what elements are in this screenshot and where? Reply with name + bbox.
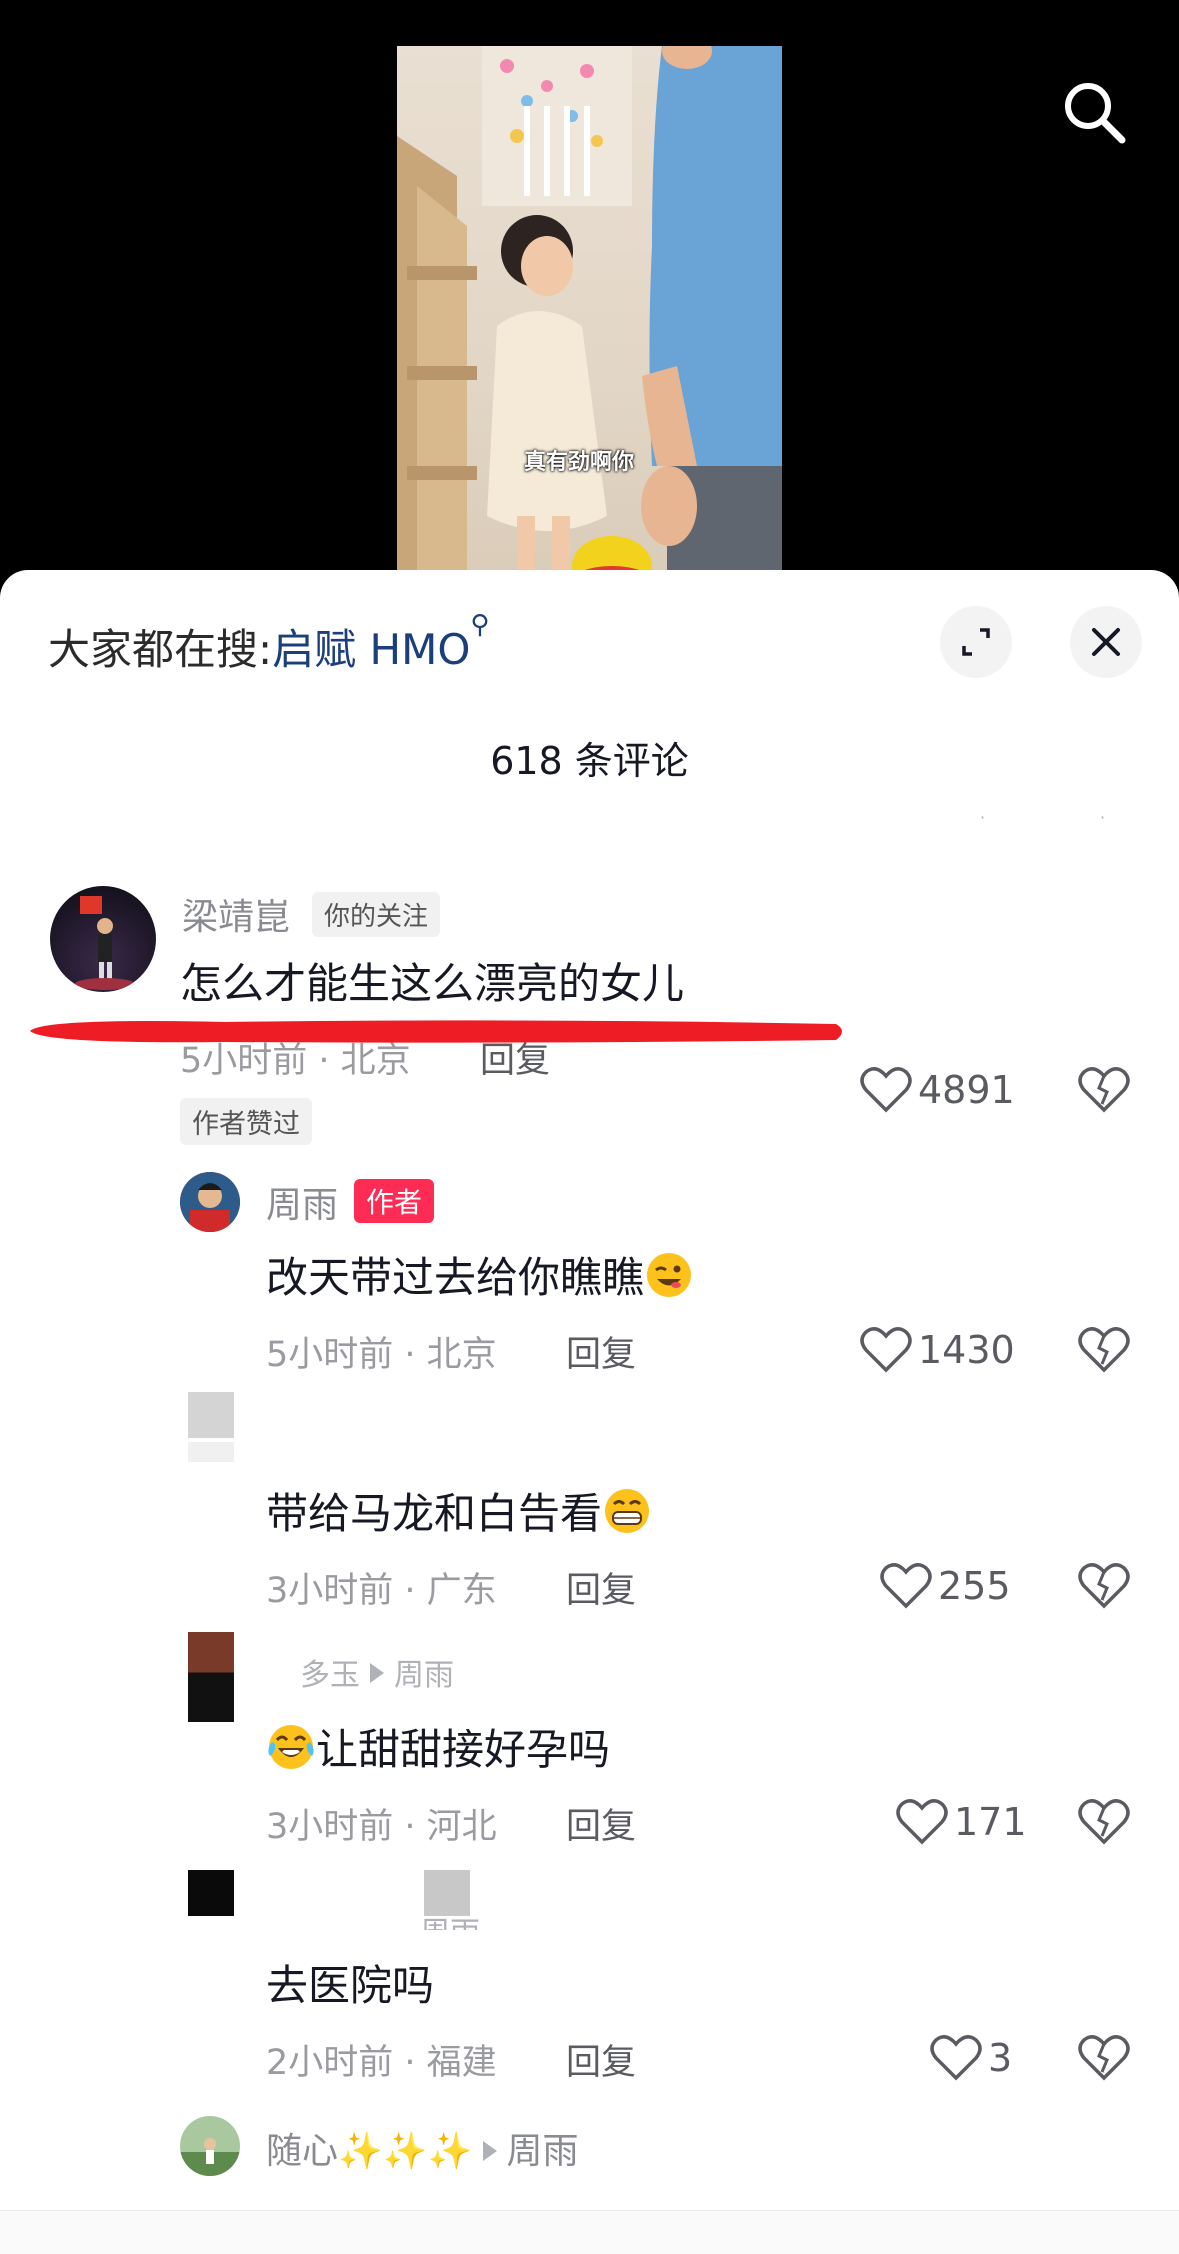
comment-meta: 3小时前 · 河北 [266,1807,497,1847]
divider-dot: · [1100,808,1106,827]
small-search-icon: ⚲ [470,610,490,640]
comment-text[interactable]: 改天带过去给你瞧瞧 [266,1244,694,1305]
like-count: 3 [988,2036,1013,2080]
avatar-image [180,2116,240,2176]
comment-text[interactable]: 带给马龙和白告看 [266,1480,652,1541]
close-button[interactable] [1070,606,1142,678]
reply-to-username: 周雨 [394,1658,454,1693]
broken-heart-icon[interactable] [1078,1796,1130,1848]
video-caption: 真有劲啊你 [524,450,635,475]
sparkle-emoji-icons: ✨✨✨ [338,2131,473,2172]
avatar[interactable] [188,1392,234,1438]
red-highlight-stroke [30,1020,842,1043]
like-count: 255 [938,1564,1011,1608]
avatar[interactable] [188,1870,234,1916]
reply-button[interactable]: 回复 [566,1326,636,1377]
search-icon [1065,83,1126,144]
comment-text-body: 改天带过去给你瞧瞧 [266,1253,645,1302]
reply-button[interactable]: 回复 [566,1798,636,1849]
like-count: 171 [954,1800,1027,1844]
comment-username-text: 多玉 [300,1658,360,1693]
broken-heart-icon[interactable] [1078,2032,1130,2084]
avatar-image [75,896,135,990]
video-scene-illustration [397,46,782,600]
comment-text-body: 让甜甜接好孕吗 [316,1725,611,1774]
comment-sheet: 大家都在搜:启赋 HMO⚲ 618 条评论 · · 梁靖崑 你的关注 怎么才能生… [0,570,1179,2254]
redacted-username [188,1442,234,1462]
expand-button[interactable] [940,606,1012,678]
reply-button[interactable]: 回复 [566,2034,636,2085]
reply-button[interactable]: 回复 [566,1562,636,1613]
like-button[interactable]: 4891 [860,1060,1015,1120]
heart-icon [880,1563,932,1609]
hot-search-keyword[interactable]: 启赋 HMO [272,625,470,674]
avatar[interactable] [188,1632,234,1722]
comment-text[interactable]: 去医院吗 [266,1952,434,2013]
search-button[interactable] [1058,76,1130,148]
avatar-image [180,1172,240,1232]
reply-arrow-icon [370,1663,384,1683]
comment-meta: 3小时前 · 广东 [266,1571,497,1611]
broken-heart-icon[interactable] [1078,1064,1130,1116]
divider-dot: · [980,808,986,827]
like-count: 4891 [918,1068,1015,1112]
heart-icon [860,1067,912,1113]
close-icon [1092,628,1120,656]
author-liked-tag: 作者赞过 [180,1098,312,1145]
broken-heart-icon[interactable] [1078,1324,1130,1376]
hot-search-bar[interactable]: 大家都在搜:启赋 HMO⚲ [48,610,489,677]
laughing-crying-face-emoji-icon [268,1725,314,1769]
comment-text[interactable]: 让甜甜接好孕吗 [266,1716,610,1777]
following-tag: 你的关注 [312,892,441,937]
like-count: 1430 [918,1328,1015,1372]
video-player[interactable]: 真有劲啊你 [0,0,1179,600]
reply-to-username: 周雨 [506,2131,579,2172]
heart-icon [860,1327,912,1373]
comment-count-title: 618 条评论 [490,739,689,783]
comment-meta: 5小时前 · 北京 [266,1335,497,1375]
like-button[interactable]: 1430 [860,1320,1015,1380]
like-button[interactable]: 255 [880,1556,1011,1616]
avatar[interactable] [50,886,156,992]
comment-username-text: 随心 [266,2131,339,2172]
comment-username[interactable]: 周雨 [266,1176,338,1228]
like-button[interactable]: 3 [930,2028,1012,2088]
comment-text-body: 带给马龙和白告看 [266,1489,603,1538]
comment-text[interactable]: 怎么才能生这么漂亮的女儿 [180,950,684,1011]
author-tag: 作者 [354,1179,435,1223]
comment-username[interactable]: 梁靖崑 [182,888,290,940]
comment-username[interactable]: 随心✨✨✨ 周雨 [266,2122,579,2174]
heart-icon [896,1799,948,1845]
expand-icon [962,628,990,656]
reply-to-username[interactable]: 周雨 [420,1908,480,1930]
like-button[interactable]: 171 [896,1792,1027,1852]
comment-meta: 2小时前 · 福建 [266,2043,497,2083]
reply-arrow-icon [482,2141,497,2161]
winking-face-emoji-icon [647,1253,692,1297]
bottom-input-bar[interactable] [0,2210,1179,2254]
grinning-face-emoji-icon [605,1489,650,1533]
video-thumbnail[interactable]: 真有劲啊你 [397,46,782,600]
broken-heart-icon[interactable] [1078,1560,1130,1612]
avatar[interactable] [180,2116,240,2176]
avatar[interactable] [180,1172,240,1232]
comment-username[interactable]: 多玉 周雨 [300,1650,454,1694]
heart-icon [930,2035,982,2081]
hot-search-prefix: 大家都在搜: [48,625,273,674]
